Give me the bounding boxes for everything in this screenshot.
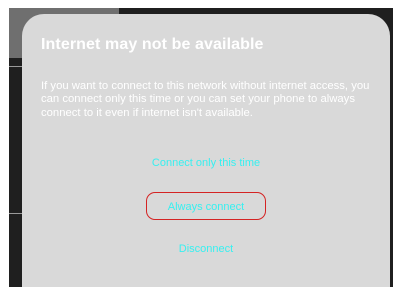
- dialog-title: Internet may not be available: [41, 36, 264, 53]
- dialog-message: If you want to connect to this network w…: [41, 80, 370, 119]
- connect-only-this-time-button[interactable]: Connect only this time: [22, 157, 390, 169]
- internet-warning-dialog: Internet may not be available If you wan…: [22, 14, 390, 287]
- always-connect-button[interactable]: Always connect: [22, 201, 390, 213]
- disconnect-button[interactable]: Disconnect: [22, 243, 390, 255]
